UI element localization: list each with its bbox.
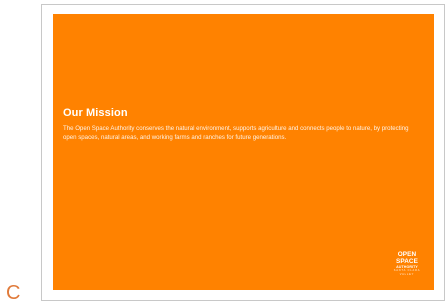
left-sidebar: C [0, 0, 38, 307]
logo-text-valley: VALLEY [399, 272, 415, 276]
slide: Our Mission The Open Space Authority con… [53, 14, 434, 290]
mission-title: Our Mission [63, 107, 128, 119]
open-space-authority-logo: OPEN SPACE AUTHORITY SANTA CLARA VALLEY [392, 251, 422, 276]
presentation-viewer: C Our Mission The Open Space Authority c… [0, 0, 448, 307]
mission-statement: The Open Space Authority conserves the n… [63, 125, 409, 142]
slide-thumbnail-letter[interactable]: C [6, 283, 20, 303]
